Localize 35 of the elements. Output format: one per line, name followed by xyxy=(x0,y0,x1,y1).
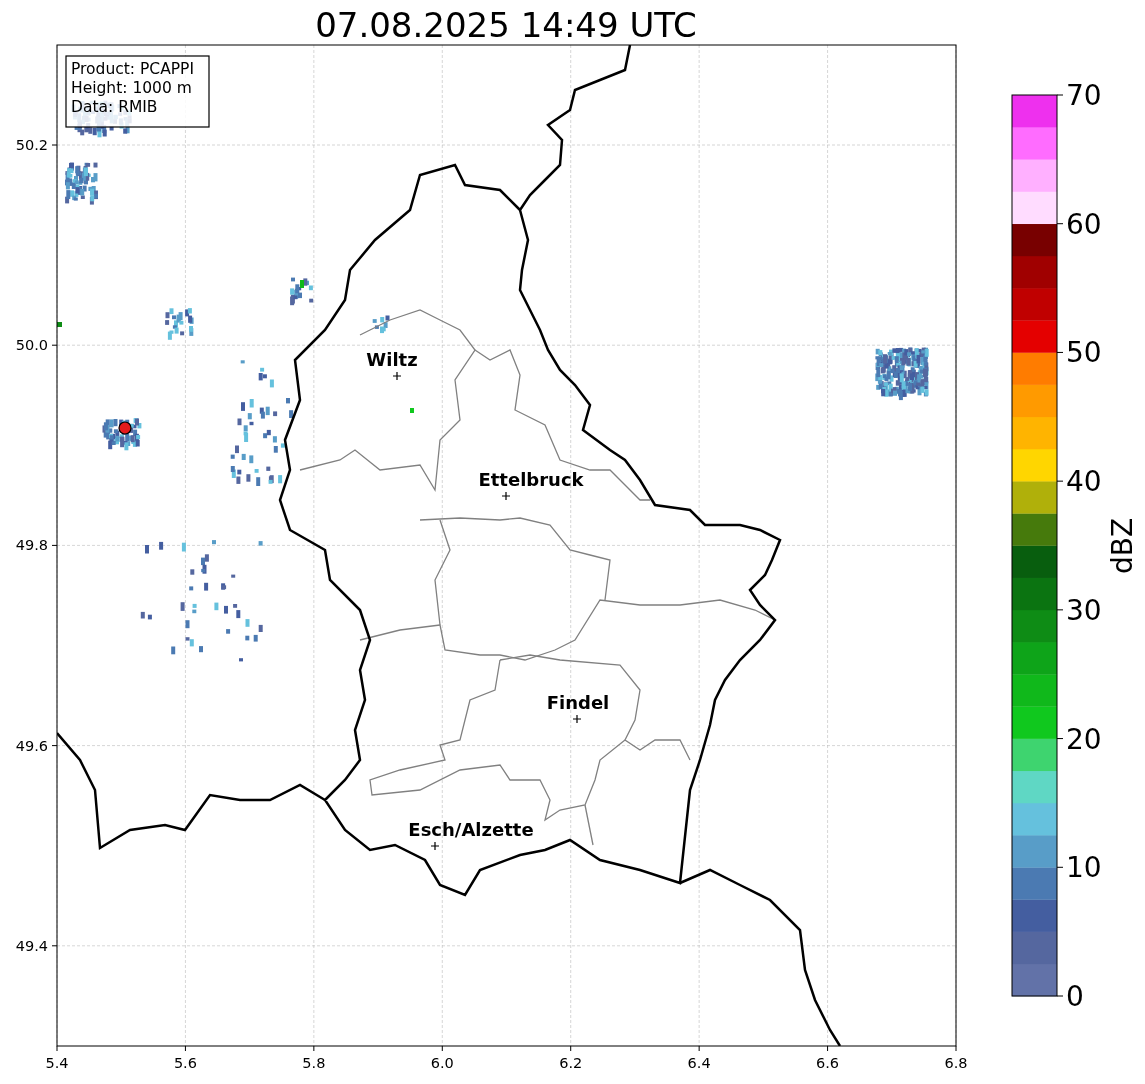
axis-tick-label: 6.6 xyxy=(816,1055,840,1071)
chart-title: 07.08.2025 14:49 UTC xyxy=(315,5,697,45)
colorbar-tick-label: 70 xyxy=(1066,79,1102,112)
axis-tick-label: 5.8 xyxy=(302,1055,326,1071)
colorbar-tick-label: 40 xyxy=(1066,465,1102,499)
axis-tick-label: 49.8 xyxy=(15,537,48,554)
axis-tick-label: 5.6 xyxy=(173,1055,197,1071)
axis-tick-label: 6.8 xyxy=(944,1055,968,1071)
colorbar-label: dBZ xyxy=(1106,517,1139,575)
city-marker-icon xyxy=(430,841,440,851)
city-marker-icon xyxy=(392,371,402,381)
city-label: Ettelbruck xyxy=(478,469,584,490)
info-text: Product: PCAPPI xyxy=(71,60,195,78)
city-label: Findel xyxy=(546,692,610,713)
info-text: Data: RMIB xyxy=(71,98,158,116)
axis-tick-label: 6.4 xyxy=(687,1055,711,1071)
city-marker-icon xyxy=(501,491,511,501)
colorbar-tick-label: 0 xyxy=(1066,980,1084,1013)
axis-tick-label: 49.4 xyxy=(15,937,48,954)
city-label: Esch/Alzette xyxy=(408,819,534,840)
colorbar-tick-label: 30 xyxy=(1066,593,1102,627)
city-label: Wiltz xyxy=(366,349,418,370)
axis-tick-label: 5.4 xyxy=(45,1055,69,1071)
colorbar-tick-label: 60 xyxy=(1066,207,1102,241)
info-text: Height: 1000 m xyxy=(71,79,192,97)
axis-tick-label: 6.0 xyxy=(430,1055,454,1071)
axis-tick-label: 6.2 xyxy=(559,1055,583,1071)
colorbar-tick-label: 10 xyxy=(1066,851,1102,885)
colorbar-tick-label: 50 xyxy=(1066,336,1102,370)
axis-tick-label: 49.6 xyxy=(15,737,48,754)
axis-tick-label: 50.2 xyxy=(15,137,48,153)
radar-site-icon xyxy=(118,421,132,435)
colorbar-tick-label: 20 xyxy=(1066,722,1102,756)
axis-tick-label: 50.0 xyxy=(15,337,48,354)
city-marker-icon xyxy=(572,714,582,724)
